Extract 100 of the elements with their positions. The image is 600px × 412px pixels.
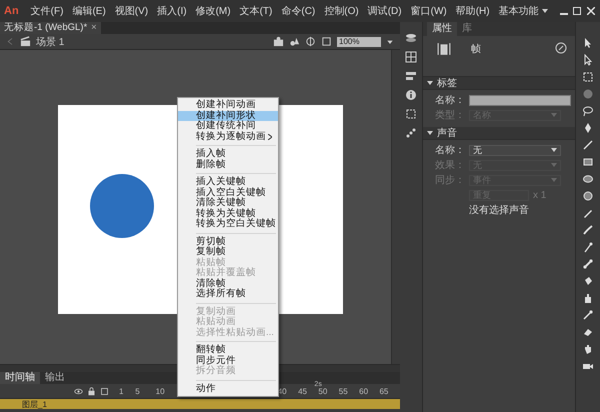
symbol-icon[interactable] xyxy=(273,36,284,47)
menu-item[interactable]: 控制(O) xyxy=(321,2,362,20)
section-header[interactable]: 声音 xyxy=(423,127,575,140)
field-label: 效果： xyxy=(434,159,465,172)
menu-item[interactable]: 插入帧 xyxy=(178,149,278,160)
ink-bottle-icon[interactable] xyxy=(582,292,594,304)
collapse-icon[interactable] xyxy=(427,130,433,136)
frame-number: 5 xyxy=(135,387,140,396)
menu-item[interactable]: 命令(C) xyxy=(278,2,318,20)
menu-item[interactable]: 同步元件 xyxy=(178,356,278,366)
menu-item[interactable]: 创建补间动画 xyxy=(178,100,278,110)
menu-item[interactable]: 转换为关键帧 xyxy=(178,208,278,219)
scrollbar[interactable] xyxy=(391,50,400,364)
maximize-icon xyxy=(573,7,582,15)
frame-number: 55 xyxy=(338,387,348,396)
caret-icon xyxy=(542,9,548,13)
line-icon[interactable] xyxy=(582,139,594,151)
dashed-square-icon[interactable] xyxy=(582,71,594,83)
center-icon[interactable] xyxy=(305,36,316,47)
repeat-count: x 1 xyxy=(533,190,546,200)
arrow-icon[interactable] xyxy=(582,37,594,49)
menu-item[interactable]: 视图(V) xyxy=(112,2,152,20)
transform-icon[interactable] xyxy=(405,108,417,120)
oval-icon[interactable] xyxy=(582,173,594,185)
menu-item[interactable]: 文件(F) xyxy=(28,2,66,20)
field-label: 同步： xyxy=(434,174,465,187)
menu-item[interactable]: 插入关键帧 xyxy=(178,177,278,188)
workspace-switcher[interactable]: 基本功能 xyxy=(498,4,548,18)
close-button[interactable] xyxy=(586,4,596,18)
caret-icon xyxy=(551,113,557,117)
menu-item[interactable]: 转换为逐帧动画 xyxy=(178,132,278,142)
menu-item[interactable]: 动作 xyxy=(178,384,278,394)
hand-icon[interactable] xyxy=(582,343,594,355)
section-title: 声音 xyxy=(437,126,457,140)
menu-item[interactable]: 选择所有帧 xyxy=(178,289,278,300)
info-icon[interactable] xyxy=(405,89,417,101)
crop-icon[interactable] xyxy=(321,36,332,47)
paintbrush-icon[interactable] xyxy=(582,241,594,253)
frame-number: 60 xyxy=(359,387,368,396)
caret-icon xyxy=(551,163,557,167)
menu-item[interactable]: 复制帧 xyxy=(178,247,278,258)
lock-icon[interactable] xyxy=(87,386,96,396)
eye-icon[interactable] xyxy=(74,386,83,396)
menu-item[interactable]: 插入(I) xyxy=(154,2,190,20)
panel-tab[interactable]: 输出 xyxy=(40,372,70,384)
hollow-arrow-icon[interactable] xyxy=(582,54,594,66)
rectangle-icon[interactable] xyxy=(582,156,594,168)
bone-icon[interactable] xyxy=(582,258,594,270)
caret-icon xyxy=(551,148,557,152)
outline-icon[interactable] xyxy=(100,386,109,396)
menu-item[interactable]: 调试(D) xyxy=(364,2,405,20)
menu-item[interactable]: 剪切帧 xyxy=(178,236,278,247)
frame-number: 65 xyxy=(379,387,388,396)
menu-item[interactable]: 插入空白关键帧 xyxy=(178,188,278,198)
menu-item[interactable]: 文本(T) xyxy=(236,2,276,20)
grid-icon[interactable] xyxy=(405,51,417,63)
menu-item[interactable]: 清除关键帧 xyxy=(178,198,278,208)
lasso-icon[interactable] xyxy=(582,105,594,117)
menu-item[interactable]: 编辑(E) xyxy=(69,2,109,20)
close-icon xyxy=(586,7,595,15)
edit-icon[interactable] xyxy=(555,42,567,54)
panel-tab[interactable]: 属性 xyxy=(427,22,457,36)
dropdown-icon[interactable] xyxy=(386,38,394,46)
frame-number: 10 xyxy=(156,387,165,396)
menu-item[interactable]: 修改(M) xyxy=(192,2,234,20)
circle-shape xyxy=(90,174,154,238)
menu-item[interactable]: 创建传统补间 xyxy=(178,121,278,132)
menu-item[interactable]: 窗口(W) xyxy=(408,2,450,20)
menu-item[interactable]: 删除帧 xyxy=(178,160,278,170)
panel-tab[interactable]: 时间轴 xyxy=(0,372,40,384)
menu-item[interactable]: 翻转帧 xyxy=(178,345,278,356)
zoom-field[interactable]: 100% xyxy=(337,36,381,46)
stack-icon[interactable] xyxy=(405,32,417,44)
collapse-icon[interactable] xyxy=(427,80,433,86)
eyedropper-icon[interactable] xyxy=(582,309,594,321)
frame-number: 1 xyxy=(119,387,124,396)
shapes-icon[interactable] xyxy=(289,36,300,47)
layer-row[interactable]: 图层_1 xyxy=(0,399,400,409)
section-header[interactable]: 标签 xyxy=(423,77,575,90)
document-tab[interactable]: 无标题-1 (WebGL)* × xyxy=(0,22,101,34)
clapper-icon[interactable] xyxy=(20,36,31,47)
align-icon[interactable] xyxy=(405,70,417,82)
field-label: 名称： xyxy=(434,144,465,157)
maximize-button[interactable] xyxy=(572,4,583,18)
dropdown[interactable]: 无 xyxy=(469,144,561,156)
menu-item[interactable]: 清除帧 xyxy=(178,278,278,289)
sound-status: 没有选择声音 xyxy=(468,204,530,216)
layer-name: 图层_1 xyxy=(21,398,48,410)
object-type-label: 帧 xyxy=(471,42,481,56)
name-field[interactable] xyxy=(469,94,571,106)
panel-tab[interactable]: 库 xyxy=(457,22,477,36)
menu-item[interactable]: 创建补间形状 xyxy=(178,110,278,121)
nodes-icon[interactable] xyxy=(405,127,417,139)
frame-number: 50 xyxy=(318,387,328,396)
frame-icon[interactable] xyxy=(437,42,451,56)
menu-item[interactable]: 转换为空白关键帧 xyxy=(178,219,278,230)
scene-label: 场景 1 xyxy=(36,36,64,48)
field-label: 名称： xyxy=(434,94,465,107)
brush-icon[interactable] xyxy=(582,224,594,236)
menu-item[interactable]: 帮助(H) xyxy=(452,2,493,20)
